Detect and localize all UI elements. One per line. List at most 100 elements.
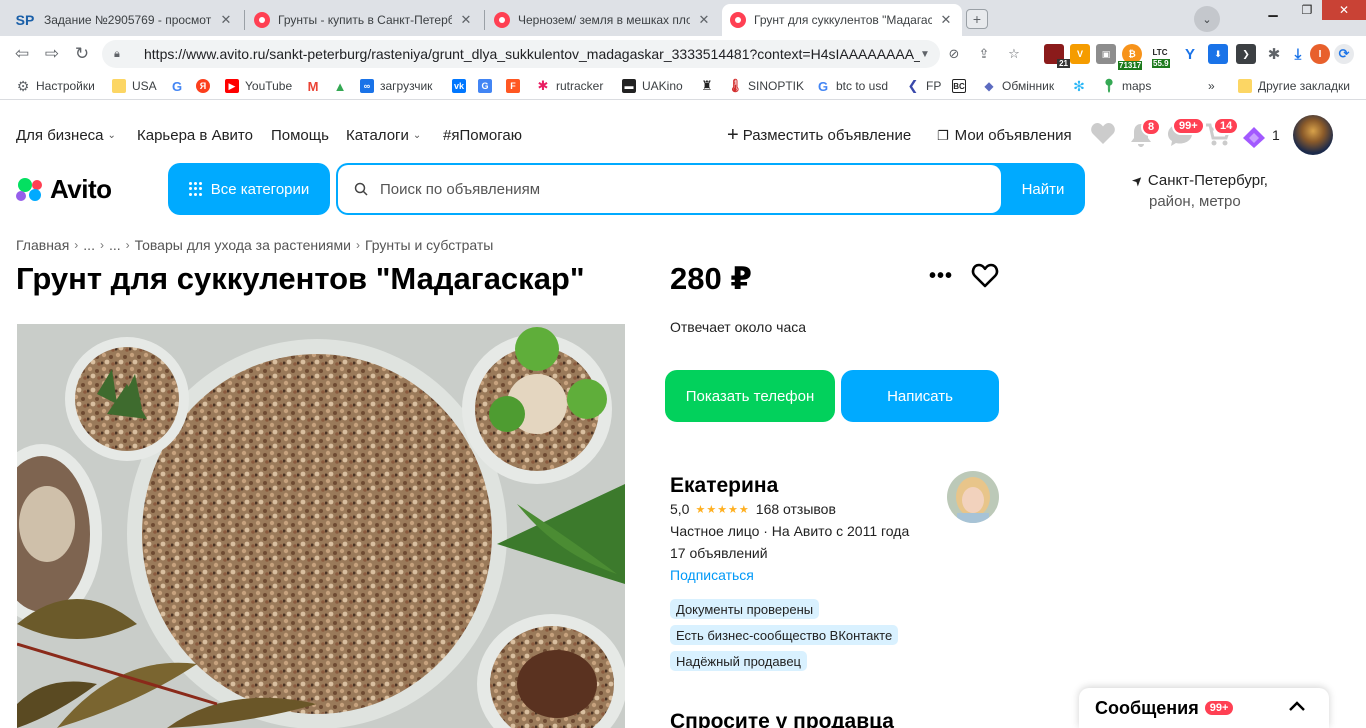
bookmark-item[interactable]: ⚙ Настройки	[16, 77, 95, 95]
nav-career[interactable]: Карьера в Авито	[137, 127, 253, 144]
blocked-popup-icon[interactable]: ⊘	[944, 44, 964, 64]
bookmark-item[interactable]: M	[306, 77, 326, 95]
tab-search-icon[interactable]: ⌄	[1194, 6, 1220, 32]
new-tab-button[interactable]: +	[966, 9, 988, 29]
back-icon[interactable]: ⇦	[10, 42, 34, 66]
bookmarks-more-button[interactable]: »	[1208, 77, 1215, 95]
search-input[interactable]	[380, 180, 980, 198]
search-button[interactable]: Найти	[1001, 163, 1085, 215]
download-ext-icon[interactable]: ⬇	[1208, 44, 1228, 64]
seller-badge: Есть бизнес-сообщество ВКонтакте	[670, 625, 899, 645]
gmail-icon: M	[306, 78, 320, 94]
bookmark-item[interactable]: ▲	[333, 77, 353, 95]
breadcrumb-item[interactable]: Грунты и субстраты	[365, 237, 493, 253]
seller-ads-count[interactable]: 17 объявлений	[670, 545, 768, 561]
more-options-icon[interactable]: •••	[928, 264, 954, 288]
avito-logo[interactable]: Avito	[16, 174, 112, 204]
bookmark-item[interactable]: G	[478, 77, 498, 95]
maps-pin-icon: 📍︎	[1100, 78, 1118, 93]
bookmark-folder[interactable]: USA	[112, 77, 157, 95]
bookmark-item[interactable]: ◆ Обмінник	[982, 77, 1054, 95]
close-window-icon[interactable]: ✕	[1322, 0, 1366, 20]
post-ad-link[interactable]: + Разместить объявление	[727, 125, 911, 145]
breadcrumb-item[interactable]: Главная	[16, 237, 69, 253]
location-selector[interactable]: ➤ Санкт-Петербург, район, метро	[1128, 170, 1268, 212]
forward-icon[interactable]: ⇨	[40, 42, 64, 66]
other-bookmarks-folder[interactable]: Другие закладки	[1238, 77, 1350, 95]
share-icon[interactable]: ⇪	[974, 44, 994, 64]
browser-tab[interactable]: Грунты - купить в Санкт-Петербу ✕	[246, 4, 482, 36]
bookmark-item[interactable]: Я	[196, 77, 216, 95]
listing-photo[interactable]	[17, 324, 625, 728]
chevron-up-icon[interactable]	[1287, 697, 1307, 717]
close-icon[interactable]: ✕	[458, 12, 474, 28]
browser-tab[interactable]: SP Задание №2905769 - просмотр з ✕	[6, 4, 242, 36]
subscribe-link[interactable]: Подписаться	[670, 567, 754, 583]
bookmark-item[interactable]: ✱ rutracker	[536, 77, 604, 95]
chrome-update-icon[interactable]: ⟳	[1334, 44, 1354, 64]
breadcrumb-item[interactable]: Товары для ухода за растениями	[135, 237, 351, 253]
chevron-right-icon: ›	[355, 238, 360, 252]
bookmark-item[interactable]: ✻	[1072, 77, 1092, 95]
bookmark-item[interactable]: ∞ загрузчик	[360, 77, 432, 95]
reload-icon[interactable]: ↻	[70, 42, 94, 66]
user-avatar[interactable]	[1293, 115, 1333, 155]
chevron-down-icon[interactable]: ▼	[920, 49, 940, 60]
extensions-puzzle-icon[interactable]: ✱	[1264, 44, 1284, 64]
bookmark-item[interactable]: ♜	[700, 77, 720, 95]
bookmark-item[interactable]: ▶ YouTube	[225, 77, 292, 95]
bitcoin-icon[interactable]: ₿ 71317	[1118, 44, 1143, 70]
close-icon[interactable]: ✕	[218, 12, 234, 28]
add-to-favorites-heart-icon[interactable]	[970, 262, 1000, 290]
tab-title: Грунт для суккулентов "Мадагаск	[754, 13, 932, 27]
tab-title: Задание №2905769 - просмотр з	[44, 13, 212, 27]
extension-icon[interactable]: ❯	[1236, 44, 1256, 64]
bookmark-item[interactable]: ❮ FP	[906, 77, 942, 95]
seller-name[interactable]: Екатерина	[670, 474, 778, 498]
breadcrumb-item[interactable]: ...	[109, 237, 121, 253]
seller-photo	[947, 471, 999, 523]
bonus-ticket-icon[interactable]	[1240, 124, 1268, 148]
chevron-right-icon: ›	[99, 238, 104, 252]
bookmark-item[interactable]: Gbtc to usd	[816, 77, 888, 95]
bookmark-item[interactable]: 📍︎ maps	[1100, 77, 1152, 95]
favorites-heart-icon[interactable]	[1090, 122, 1116, 146]
browser-tab[interactable]: Чернозем/ земля в мешках плод ✕	[486, 4, 720, 36]
bookmark-star-icon[interactable]: ☆	[1004, 44, 1024, 64]
downloads-icon[interactable]: ⤓	[1288, 44, 1308, 64]
nav-ya-pomogayu[interactable]: #яПомогаю	[443, 127, 522, 144]
bookmark-item[interactable]: F	[506, 77, 526, 95]
my-ads-link[interactable]: ❐ Мои объявления	[937, 127, 1072, 144]
extension-icon[interactable]: 21	[1044, 44, 1070, 68]
bookmark-item[interactable]: ▬ UAKino	[622, 77, 683, 95]
downloader-icon: ∞	[360, 79, 374, 93]
show-phone-button[interactable]: Показать телефон	[665, 370, 835, 422]
write-message-button[interactable]: Написать	[841, 370, 999, 422]
thermometer-icon: 🌡︎	[726, 78, 744, 93]
nav-catalogs[interactable]: Каталоги ⌄	[346, 127, 421, 144]
bookmark-item[interactable]: vk	[452, 77, 472, 95]
breadcrumb-item[interactable]: ...	[83, 237, 95, 253]
nav-help[interactable]: Помощь	[271, 127, 329, 144]
bookmark-item[interactable]: BC	[952, 77, 972, 95]
extension-icon[interactable]: V	[1070, 44, 1090, 64]
maximize-icon[interactable]: ❐	[1290, 0, 1324, 20]
search-field[interactable]	[338, 165, 1001, 213]
profile-avatar[interactable]: I	[1310, 44, 1330, 64]
bookmark-item[interactable]: G	[170, 77, 190, 95]
seller-type: Частное лицо · На Авито с 2011 года	[670, 523, 910, 539]
litecoin-icon[interactable]: LTC 55.9	[1150, 42, 1170, 68]
address-bar[interactable]: 🔒︎ https://www.avito.ru/sankt-peterburg/…	[102, 40, 940, 68]
bookmark-item[interactable]: 🌡︎ SINOPTIK	[726, 77, 804, 95]
close-icon[interactable]: ✕	[696, 12, 712, 28]
browser-tab-active[interactable]: Грунт для суккулентов "Мадагаск ✕	[722, 4, 962, 36]
nav-for-business[interactable]: Для бизнеса ⌄	[16, 127, 116, 144]
seller-avatar[interactable]	[947, 471, 999, 523]
minimize-icon[interactable]: ▁	[1256, 0, 1290, 20]
extension-icon[interactable]: Y	[1180, 44, 1200, 64]
reviews-link[interactable]: 168 отзывов	[756, 501, 836, 517]
close-icon[interactable]: ✕	[938, 12, 954, 28]
messages-panel[interactable]: Сообщения 99+	[1079, 688, 1329, 728]
extension-icon[interactable]: ▣	[1096, 44, 1116, 64]
all-categories-button[interactable]: Все категории	[168, 163, 330, 215]
